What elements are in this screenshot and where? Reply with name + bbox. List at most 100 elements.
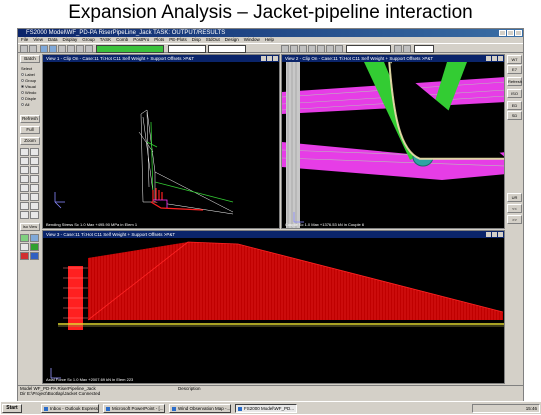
combo-field[interactable]	[346, 45, 391, 53]
radio-group[interactable]: Group	[21, 78, 36, 83]
ed-button[interactable]: ED	[507, 101, 522, 110]
view-1-close-button[interactable]	[273, 56, 278, 61]
task-wind-map[interactable]: Wind Observation Map -...	[169, 404, 231, 413]
tool-camera-icon[interactable]	[281, 45, 289, 53]
arrow-right-icon[interactable]	[30, 193, 39, 201]
tool-brace-icon[interactable]	[49, 45, 57, 53]
task-powerpoint[interactable]: Microsoft PowerPoint - [...	[103, 404, 165, 413]
view-2-maximize-button[interactable]	[492, 56, 497, 61]
fs2000-window: FS2000 Model\WF_PD-PA RiserPipeLine_Jack…	[1, 28, 541, 414]
radio-visual[interactable]: Visual	[21, 84, 36, 89]
render-wire-icon[interactable]	[30, 234, 39, 242]
refresh-right-button[interactable]: Refresh	[507, 77, 522, 86]
close-button[interactable]	[515, 30, 522, 36]
view-1-title: View 1 - Clip On - Case:11 Ti:Hot C11 Se…	[46, 56, 195, 61]
chord-leg-gray	[286, 62, 300, 228]
tool-curve-icon[interactable]	[76, 45, 84, 53]
view-front-icon[interactable]	[20, 211, 29, 219]
select-label: Select	[21, 66, 33, 71]
view-2-panel[interactable]: View 2 - Clip On - Case:11 Ti:Hot C11 Se…	[281, 54, 505, 229]
view-2-title: View 2 - Clip On - Case:11 Ti:Hot C11 Se…	[285, 56, 434, 61]
right-toolbar: W7 E7 Refresh ISO ED SD UR << >>	[506, 53, 523, 233]
render-layer-icon[interactable]	[30, 252, 39, 260]
task-outlook[interactable]: Inbox - Outlook Express	[41, 404, 99, 413]
arrow-down-icon[interactable]	[30, 184, 39, 192]
view-2-minimize-button[interactable]	[486, 56, 491, 61]
task-fs2000[interactable]: FS2000 Model\WF_PD...	[235, 404, 297, 413]
tool-list-icon[interactable]	[403, 45, 411, 53]
tool-print-icon[interactable]	[290, 45, 298, 53]
zoom-out-icon[interactable]	[30, 148, 39, 156]
radio-label[interactable]: Label	[21, 72, 35, 77]
view-2-status: Couple Sc 1.0 Max +1376.53 kN in Couple …	[285, 222, 365, 227]
view-3-minimize-button[interactable]	[486, 232, 491, 237]
radio-disple[interactable]: Disple	[21, 96, 36, 101]
minimize-button[interactable]	[499, 30, 506, 36]
start-button[interactable]: Start	[2, 404, 22, 413]
render-color-icon[interactable]	[20, 252, 29, 260]
pan-left-icon[interactable]	[20, 157, 29, 165]
view-2-close-button[interactable]	[498, 56, 503, 61]
input-field[interactable]	[414, 45, 434, 53]
view-side-icon[interactable]	[30, 211, 39, 219]
tool-rotate-icon[interactable]	[335, 45, 343, 53]
stress-diagram	[150, 188, 204, 211]
clock: 15:46	[525, 406, 537, 411]
tool-grid-icon[interactable]	[308, 45, 316, 53]
tool-pan-icon[interactable]	[326, 45, 334, 53]
axis-icon[interactable]	[20, 202, 29, 210]
arrow-up-icon[interactable]	[20, 184, 29, 192]
rotate-z-icon[interactable]	[20, 175, 29, 183]
arrow-left-icon[interactable]	[20, 193, 29, 201]
window-title: FS2000 Model\WF_PD-PA RiserPipeLine_Jack…	[26, 30, 226, 36]
pan-right-icon[interactable]	[30, 157, 39, 165]
tool-e7-icon[interactable]	[29, 45, 37, 53]
zoom-button[interactable]: Zoom	[20, 137, 40, 145]
view-1-maximize-button[interactable]	[267, 56, 272, 61]
tool-w7-icon[interactable]	[20, 45, 28, 53]
view-3-panel[interactable]: View 3 - Case:11 Ti:Hot C11 Self Weight …	[42, 230, 505, 384]
rotate-reverse-icon[interactable]	[30, 175, 39, 183]
e7-button[interactable]: E7	[507, 65, 522, 74]
view-1-titlebar: View 1 - Clip On - Case:11 Ti:Hot C11 Se…	[43, 55, 279, 62]
iso-button[interactable]: ISO	[507, 89, 522, 98]
next-button[interactable]: >>	[507, 215, 522, 224]
radio-all[interactable]: All	[21, 102, 29, 107]
w7-button[interactable]: W7	[507, 55, 522, 64]
tool-beam-icon[interactable]	[40, 45, 48, 53]
tool-elem-icon[interactable]	[67, 45, 75, 53]
zoom-in-icon[interactable]	[20, 148, 29, 156]
rotate-y-icon[interactable]	[30, 166, 39, 174]
view-1-minimize-button[interactable]	[261, 56, 266, 61]
tool-select-icon[interactable]	[299, 45, 307, 53]
system-tray: 15:46	[472, 404, 540, 413]
tool-node-icon[interactable]	[58, 45, 66, 53]
refresh-button[interactable]: Refresh	[20, 115, 40, 123]
ur-button[interactable]: UR	[507, 193, 522, 202]
render-solid-icon[interactable]	[20, 234, 29, 242]
node-pick-field[interactable]	[96, 45, 164, 53]
tool-label-icon[interactable]	[85, 45, 93, 53]
full-button[interactable]: Full	[20, 126, 40, 134]
radio-windo[interactable]: Windo	[21, 90, 36, 95]
aux-field-1[interactable]	[168, 45, 206, 53]
dir-value: E:\Project\Bootlap\Jacket Connected	[27, 391, 101, 396]
slide-title: Expansion Analysis – Jacket-pipeline int…	[68, 2, 473, 23]
tool-zoom-icon[interactable]	[317, 45, 325, 53]
rotate-x-icon[interactable]	[20, 166, 29, 174]
aux-field-2[interactable]	[208, 45, 246, 53]
view-1-status: Bending Stress Sc 1.0 Max +495.90 MPa in…	[46, 222, 138, 227]
render-shade-icon[interactable]	[30, 243, 39, 251]
prev-button[interactable]: <<	[507, 204, 522, 213]
toolbar	[18, 43, 523, 53]
iso-view-button[interactable]: Iso View	[20, 223, 40, 231]
view-1-panel[interactable]: View 1 - Clip On - Case:11 Ti:Hot C11 Se…	[42, 54, 280, 229]
tool-plot-icon[interactable]	[394, 45, 402, 53]
view-3-maximize-button[interactable]	[492, 232, 497, 237]
maximize-button[interactable]	[507, 30, 514, 36]
render-hidden-icon[interactable]	[20, 243, 29, 251]
view-3-close-button[interactable]	[498, 232, 503, 237]
perspective-icon[interactable]	[30, 202, 39, 210]
batch-button[interactable]: Batch	[20, 55, 40, 63]
sd-button[interactable]: SD	[507, 111, 522, 120]
